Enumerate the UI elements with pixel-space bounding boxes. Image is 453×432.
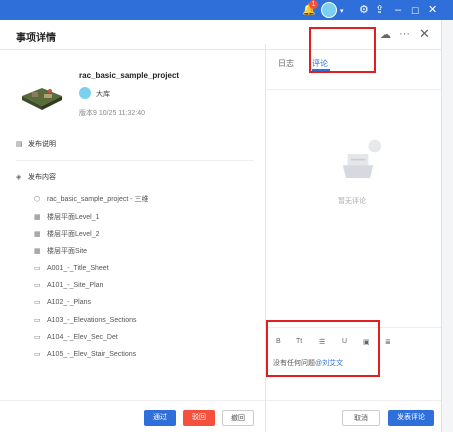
upload-icon[interactable]: ⇪ xyxy=(375,4,384,16)
sheet-icon: ▭ xyxy=(34,265,41,272)
sheet-icon: ▭ xyxy=(34,317,41,324)
tab-log[interactable]: 日志 xyxy=(278,58,294,69)
floorplan-icon: ▦ xyxy=(34,248,41,255)
settings-icon[interactable]: ⚙ xyxy=(359,4,369,16)
contents-section[interactable]: ◈ 发布内容 xyxy=(16,172,56,182)
file-item[interactable]: ▦ 楼层平面Site xyxy=(34,246,87,256)
divider xyxy=(16,160,254,161)
version-info: 版本9 10/25 11:32:40 xyxy=(79,110,146,117)
empty-comments-text: 暂无评论 xyxy=(338,198,366,205)
right-footer: 取消 发表评论 xyxy=(266,400,441,432)
cube-icon: ⬡ xyxy=(34,196,41,203)
file-item[interactable]: ▭ A101_-_Site_Plan xyxy=(34,281,103,289)
close-window-icon[interactable]: ✕ xyxy=(428,4,437,16)
file-item[interactable]: ▦ 楼层平面Level_1 xyxy=(34,212,100,222)
file-item[interactable]: ▭ A103_-_Elevations_Sections xyxy=(34,316,137,324)
notification-badge: 1 xyxy=(309,0,318,9)
svg-text:···: ··· xyxy=(370,144,376,150)
floorplan-icon: ▦ xyxy=(34,231,41,238)
highlight-box-editor xyxy=(266,320,380,377)
file-item[interactable]: ▭ A001_-_Title_Sheet xyxy=(34,264,109,272)
more-icon[interactable]: ··· xyxy=(399,28,410,40)
sheet-icon: ▭ xyxy=(34,282,41,289)
chevron-down-icon[interactable]: ▾ xyxy=(340,6,344,18)
project-thumbnail xyxy=(22,88,62,110)
empty-comments-illustration: ··· xyxy=(342,139,382,178)
description-section[interactable]: ▤ 发布说明 xyxy=(16,139,56,149)
layers-icon: ◈ xyxy=(16,174,22,181)
minimize-icon[interactable]: – xyxy=(395,4,401,16)
wechat-icon[interactable]: ☁ xyxy=(380,28,391,41)
description-label: 发布说明 xyxy=(28,141,56,148)
approve-button[interactable]: 通过 xyxy=(144,410,176,426)
file-item[interactable]: ⬡ rac_basic_sample_project - 三维 xyxy=(34,194,149,204)
sheet-icon: ▭ xyxy=(34,351,41,358)
document-icon: ▤ xyxy=(16,141,23,148)
file-item[interactable]: ▭ A104_-_Elev_Sec_Det xyxy=(34,333,118,341)
sheet-icon: ▭ xyxy=(34,334,41,341)
left-footer: 通过 驳回 撤回 xyxy=(0,400,265,432)
cancel-button[interactable]: 取消 xyxy=(342,410,380,426)
file-item[interactable]: ▭ A105_-_Elev_Stair_Sections xyxy=(34,350,136,360)
maximize-icon[interactable]: ☐ xyxy=(411,5,419,17)
contents-label: 发布内容 xyxy=(28,174,56,181)
reject-button[interactable]: 驳回 xyxy=(183,410,215,426)
user-name: 大库 xyxy=(96,91,110,98)
align-button[interactable]: ≣ xyxy=(385,338,391,346)
project-name: rac_basic_sample_project xyxy=(79,71,180,80)
file-item[interactable]: ▦ 楼层平面Level_2 xyxy=(34,229,100,239)
user-avatar xyxy=(79,87,91,99)
sheet-icon: ▭ xyxy=(34,299,41,306)
submit-comment-button[interactable]: 发表评论 xyxy=(388,410,434,426)
highlight-box-tab xyxy=(309,27,376,73)
avatar[interactable] xyxy=(321,2,337,18)
close-icon[interactable]: ✕ xyxy=(419,26,430,42)
page-title: 事项详情 xyxy=(16,33,56,44)
floorplan-icon: ▦ xyxy=(34,214,41,221)
scrollbar[interactable] xyxy=(441,20,453,432)
withdraw-button[interactable]: 撤回 xyxy=(222,410,254,426)
top-bar: 🔔 1 ▾ ⚙ ⇪ – ☐ ✕ xyxy=(0,0,453,20)
file-item[interactable]: ▭ A102_-_Plans xyxy=(34,298,91,306)
